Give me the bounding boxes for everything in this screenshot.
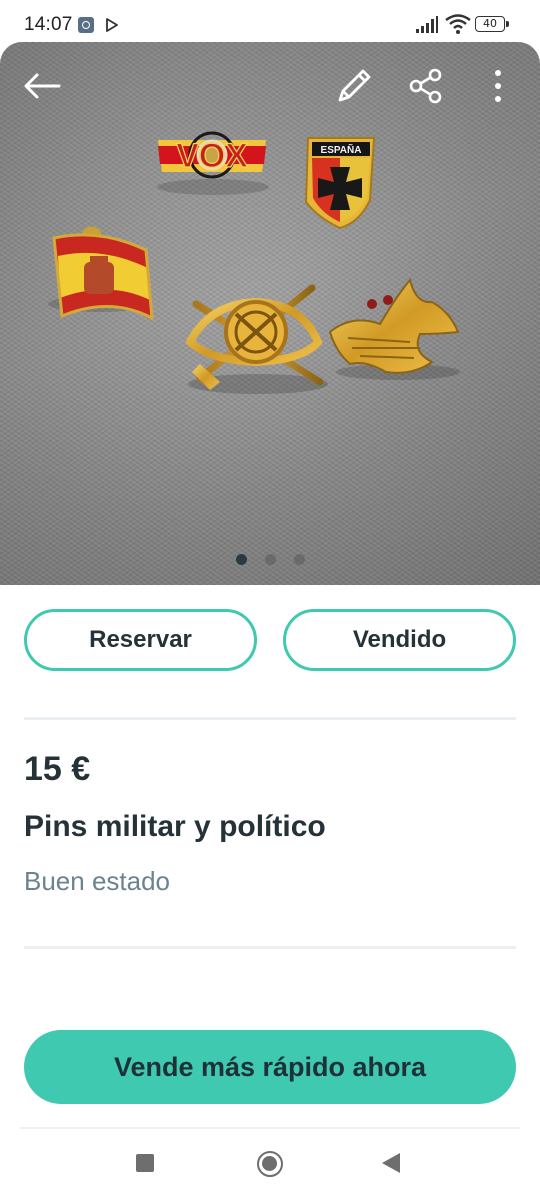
pencil-icon: [338, 69, 371, 102]
share-icon: [409, 68, 442, 104]
recents-button[interactable]: [136, 1154, 154, 1172]
back-button[interactable]: [20, 64, 64, 108]
product-image: VOX ESPAÑA: [0, 42, 540, 585]
edit-button[interactable]: [332, 64, 376, 108]
vox-pin: VOX: [157, 131, 269, 195]
espana-pin-text: ESPAÑA: [321, 143, 362, 156]
sold-button[interactable]: Vendido: [283, 609, 516, 671]
battery-icon: 40: [475, 16, 509, 32]
sell-faster-button[interactable]: Vende más rápido ahora: [24, 1030, 516, 1104]
divider: [24, 946, 516, 949]
home-button[interactable]: [257, 1151, 283, 1177]
reserve-button[interactable]: Reservar: [24, 609, 257, 671]
carousel-dot-2[interactable]: [264, 554, 276, 565]
listing-actions: Reservar Vendido: [24, 609, 516, 671]
divider: [24, 717, 516, 720]
wifi-icon: [445, 14, 471, 34]
product-photo[interactable]: VOX ESPAÑA: [0, 42, 540, 585]
carousel-dot-1[interactable]: [235, 554, 247, 565]
listing-condition: Buen estado: [24, 866, 171, 896]
vox-pin-text: VOX: [176, 137, 248, 175]
carousel-dots: [0, 554, 540, 568]
listing-title: Pins militar y político: [24, 810, 326, 843]
image-notification-icon: [78, 17, 94, 33]
status-time: 14:07: [24, 14, 73, 35]
more-vertical-icon: [495, 70, 501, 102]
carousel-dot-3[interactable]: [293, 554, 305, 565]
divider: [20, 1127, 520, 1129]
share-button[interactable]: [404, 64, 448, 108]
play-store-icon: [106, 18, 118, 32]
listing-price: 15 €: [24, 750, 91, 788]
arrow-left-icon: [24, 73, 61, 99]
signal-icon: [416, 16, 438, 33]
system-nav-bar: [0, 1130, 540, 1200]
more-button[interactable]: [476, 64, 520, 108]
system-back-button[interactable]: [382, 1153, 400, 1173]
